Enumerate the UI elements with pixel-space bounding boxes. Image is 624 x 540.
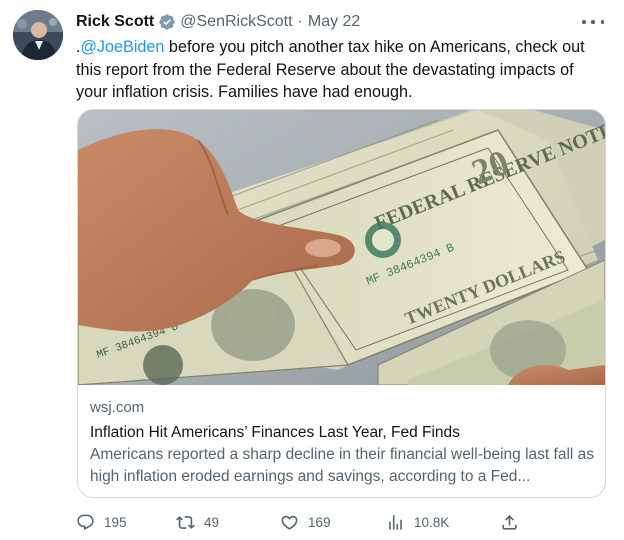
card-image[interactable]: FEDERAL RESERVE NOTE 20 MF 38464394 B TW…: [78, 110, 605, 385]
repost-icon: [176, 515, 195, 529]
author-name[interactable]: Rick Scott: [76, 13, 154, 31]
tweet-header: Rick Scott @SenRickScott · May 22: [76, 11, 360, 33]
like-icon: [281, 515, 298, 530]
avatar[interactable]: [13, 10, 63, 60]
views-count: 10.8K: [414, 514, 450, 530]
repost-button[interactable]: 49: [176, 510, 219, 534]
more-icon[interactable]: [582, 12, 604, 32]
like-button[interactable]: 169: [280, 510, 331, 534]
action-bar: 195 49 169 10.8K: [76, 510, 526, 534]
card-domain: wsj.com: [90, 399, 145, 416]
like-count: 169: [308, 514, 331, 530]
tweet-text: .@JoeBiden before you pitch another tax …: [76, 36, 606, 104]
separator-dot: ·: [297, 13, 303, 30]
link-card[interactable]: FEDERAL RESERVE NOTE 20 MF 38464394 B TW…: [77, 109, 606, 498]
reply-icon: [77, 514, 94, 530]
reply-count: 195: [104, 514, 127, 530]
card-description: Americans reported a sharp decline in th…: [90, 446, 595, 485]
tweet: Rick Scott @SenRickScott · May 22 .@JoeB…: [0, 0, 624, 540]
reply-button[interactable]: 195: [76, 510, 127, 534]
card-title: Inflation Hit Americans’ Finances Last Y…: [90, 424, 460, 441]
card-meta: wsj.com Inflation Hit Americans’ Finance…: [90, 398, 595, 488]
views-button[interactable]: 10.8K: [386, 510, 449, 534]
share-icon: [502, 514, 517, 530]
verified-badge-icon: [158, 13, 176, 31]
views-icon: [389, 514, 402, 530]
author-handle[interactable]: @SenRickScott: [180, 13, 292, 31]
repost-count: 49: [204, 514, 220, 530]
tweet-date[interactable]: May 22: [308, 13, 360, 31]
share-button[interactable]: [500, 510, 528, 534]
mention-link[interactable]: @JoeBiden: [81, 38, 165, 56]
